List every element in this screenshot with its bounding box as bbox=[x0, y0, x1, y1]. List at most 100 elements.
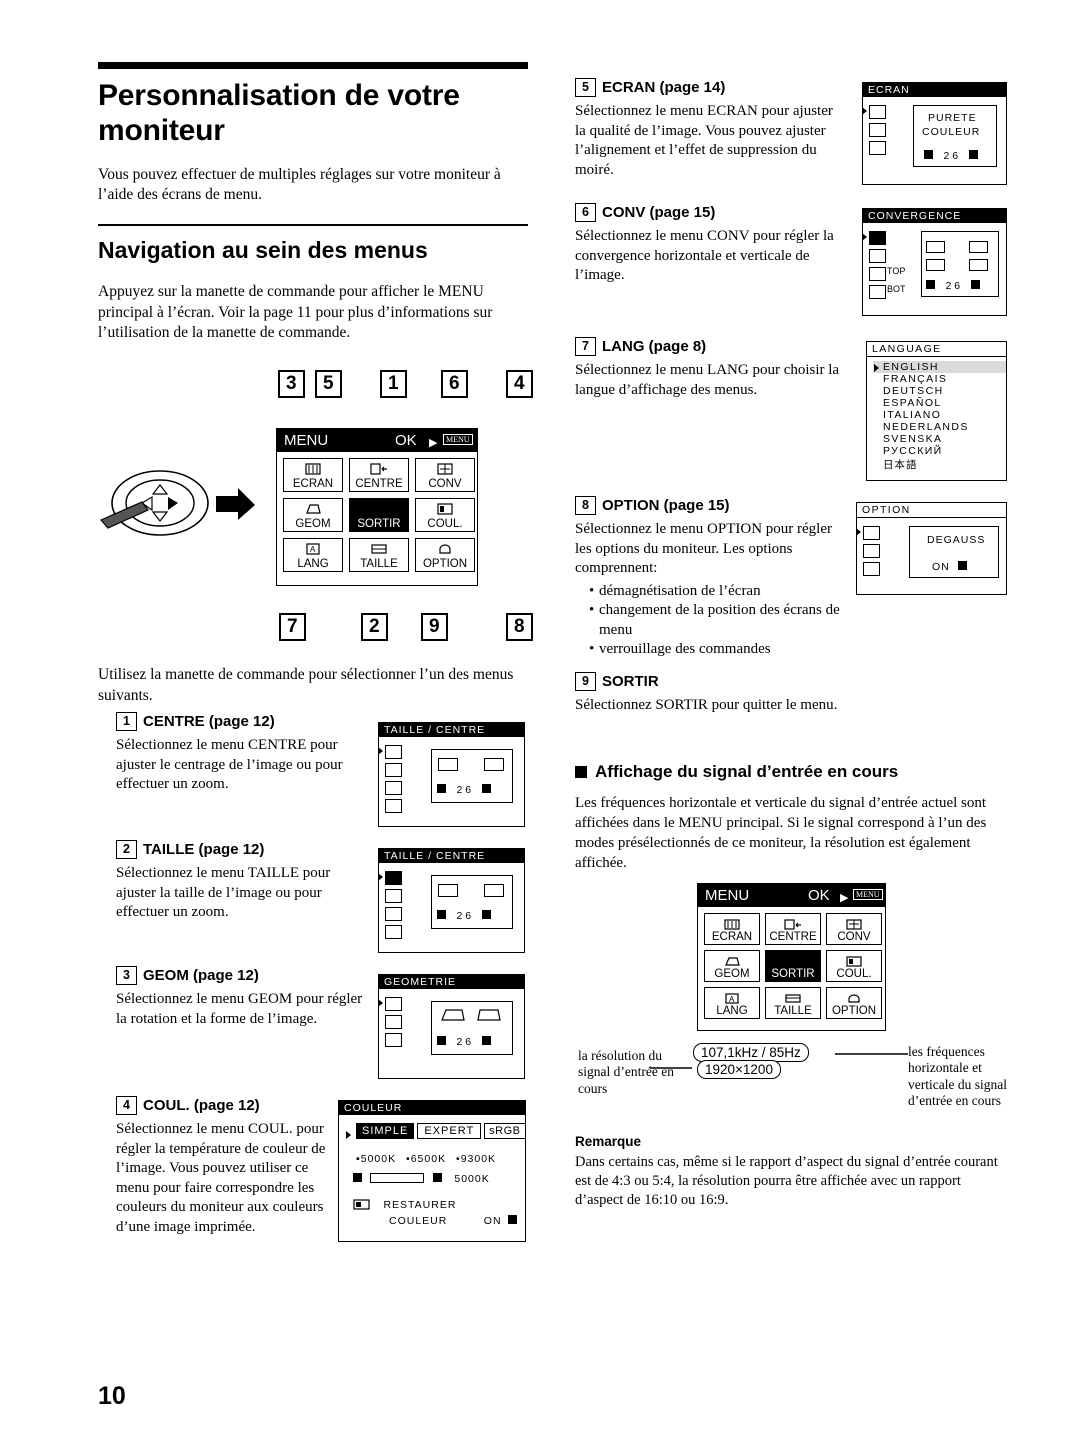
menu-cell-label: CENTRE bbox=[355, 478, 403, 490]
language-item-italiano[interactable]: ITALIANO bbox=[873, 409, 1006, 421]
osd-title: LANGUAGE bbox=[867, 342, 1006, 357]
remark-block: Remarque Dans certains cas, même si le r… bbox=[575, 1134, 1005, 1210]
degauss-state-row: ON bbox=[932, 557, 968, 575]
increment-icon[interactable] bbox=[481, 784, 491, 794]
restore-label-2: COULEUR bbox=[389, 1215, 448, 1227]
language-item-deutsch[interactable]: DEUTSCH bbox=[873, 385, 1006, 397]
conv-h-icon bbox=[869, 231, 886, 245]
osd-value: 2 6 bbox=[456, 1036, 472, 1048]
icon-left-1 bbox=[926, 240, 945, 253]
increment-icon[interactable] bbox=[481, 910, 491, 920]
increment-icon[interactable] bbox=[481, 1036, 491, 1046]
menu-cell-option[interactable]: OPTION bbox=[415, 538, 475, 572]
tab-srgb[interactable]: sRGB bbox=[484, 1123, 526, 1139]
osd-header-menu-label: MENU bbox=[705, 887, 750, 904]
step-heading: 1 CENTRE (page 12) bbox=[116, 712, 366, 731]
step-text: Sélectionnez le menu OPTION pour régler … bbox=[575, 521, 832, 576]
callout-right-text: les fréquences horizontale et verticale … bbox=[908, 1044, 1007, 1109]
language-item-espanol[interactable]: ESPAÑOL bbox=[873, 397, 1006, 409]
language-item-francais[interactable]: FRANÇAIS bbox=[873, 373, 1006, 385]
increment-icon[interactable] bbox=[968, 150, 978, 160]
callout-number-6: 6 bbox=[441, 370, 468, 398]
remark-title: Remarque bbox=[575, 1134, 642, 1149]
decrement-icon[interactable] bbox=[924, 150, 933, 160]
restore-toggle-icon[interactable] bbox=[508, 1215, 517, 1225]
menu-cell-ecran[interactable]: ECRAN bbox=[704, 913, 760, 945]
color-presets-row: ▪5000K •6500K •9300K bbox=[356, 1153, 496, 1165]
osd-title: GEOMETRIE bbox=[379, 975, 524, 989]
osd-geometrie: GEOMETRIE 2 6 bbox=[378, 974, 525, 1079]
preset-6500k[interactable]: 6500K bbox=[411, 1153, 446, 1165]
adjust-icons bbox=[440, 1007, 502, 1028]
degauss-toggle-icon[interactable] bbox=[958, 561, 968, 571]
osd-row-2: GEOM SORTIR COUL. bbox=[283, 498, 477, 532]
option-bullet-1: démagnétisation de l’écran bbox=[589, 582, 840, 602]
intro-paragraph: Vous pouvez effectuer de multiples régla… bbox=[98, 165, 501, 204]
step-heading: 9 SORTIR bbox=[575, 672, 865, 691]
menu-cell-conv[interactable]: CONV bbox=[826, 913, 882, 945]
menu-cell-geom[interactable]: GEOM bbox=[283, 498, 343, 532]
preset-9300k[interactable]: 9300K bbox=[461, 1153, 496, 1165]
menu-cell-centre[interactable]: CENTRE bbox=[349, 458, 409, 492]
osd-row-1: ECRAN CENTRE CONV bbox=[283, 458, 477, 492]
menu-cell-taille[interactable]: TAILLE bbox=[765, 987, 821, 1019]
value-row: 2 6 bbox=[924, 146, 978, 164]
icon-left-2 bbox=[926, 258, 945, 271]
restore-state[interactable]: ON bbox=[484, 1215, 502, 1227]
language-item-english[interactable]: ENGLISH bbox=[873, 361, 1006, 373]
menu-cell-label: ECRAN bbox=[711, 931, 753, 943]
center-v-icon bbox=[385, 799, 402, 813]
selection-caret-icon bbox=[378, 873, 383, 881]
menu-cell-geom[interactable]: GEOM bbox=[704, 950, 760, 982]
increment-icon[interactable] bbox=[432, 1173, 442, 1183]
language-item-japanese[interactable]: 日本語 bbox=[873, 457, 1006, 472]
value-row: 2 6 bbox=[437, 780, 491, 798]
osd-header-menu-badge: MENU bbox=[853, 889, 883, 900]
degauss-state[interactable]: ON bbox=[932, 561, 950, 573]
color-slider[interactable] bbox=[370, 1172, 425, 1183]
selection-caret-icon bbox=[346, 1131, 351, 1139]
step-option: 8 OPTION (page 15) Sélectionnez le menu … bbox=[575, 496, 840, 660]
osd-icon-column bbox=[862, 105, 886, 159]
decrement-icon[interactable] bbox=[353, 1173, 362, 1183]
step-heading: 4 COUL. (page 12) bbox=[116, 1096, 326, 1115]
decrement-icon[interactable] bbox=[926, 280, 935, 290]
step-sortir: 9 SORTIR Sélectionnez SORTIR pour quitte… bbox=[575, 672, 865, 716]
ecran-line-2: COULEUR bbox=[922, 126, 981, 138]
language-item-nederlands[interactable]: NEDERLANDS bbox=[873, 421, 1006, 433]
tab-expert[interactable]: EXPERT bbox=[417, 1123, 482, 1139]
menu-cell-sortir[interactable]: SORTIR bbox=[349, 498, 409, 532]
osd-header-menu-label: MENU bbox=[284, 432, 329, 449]
decrement-icon[interactable] bbox=[437, 910, 446, 920]
osd-body: ENGLISH FRANÇAIS DEUTSCH ESPAÑOL ITALIAN… bbox=[867, 357, 1006, 472]
menu-cell-label: TAILLE bbox=[360, 558, 398, 570]
step-text: Sélectionnez le menu CONV pour régler la… bbox=[575, 228, 834, 283]
osd-value: 2 6 bbox=[456, 910, 472, 922]
menu-cell-taille[interactable]: TAILLE bbox=[349, 538, 409, 572]
menu-cell-lang[interactable]: A LANG bbox=[704, 987, 760, 1019]
menu-cell-conv[interactable]: CONV bbox=[415, 458, 475, 492]
menu-cell-sortir[interactable]: SORTIR bbox=[765, 950, 821, 982]
decrement-icon[interactable] bbox=[437, 1036, 446, 1046]
step-heading: 3 GEOM (page 12) bbox=[116, 966, 366, 985]
menu-cell-coul[interactable]: COUL. bbox=[415, 498, 475, 532]
osd-body: TOP BOT 2 6 bbox=[862, 223, 1006, 306]
menu-cell-centre[interactable]: CENTRE bbox=[765, 913, 821, 945]
svg-text:A: A bbox=[310, 545, 316, 554]
menu-cell-option[interactable]: OPTION bbox=[826, 987, 882, 1019]
step-taille: 2 TAILLE (page 12) Sélectionnez le menu … bbox=[116, 840, 366, 923]
preset-5000k[interactable]: 5000K bbox=[361, 1153, 396, 1165]
osd-adjust-area: DEGAUSS ON bbox=[909, 526, 999, 578]
callout-number-9: 9 bbox=[421, 613, 448, 641]
callout-number-5: 5 bbox=[315, 370, 342, 398]
menu-cell-ecran[interactable]: ECRAN bbox=[283, 458, 343, 492]
conv-bot-icon bbox=[869, 285, 886, 299]
decrement-icon[interactable] bbox=[437, 784, 446, 794]
language-item-russian[interactable]: РУССКИЙ bbox=[873, 445, 1006, 457]
tab-simple[interactable]: SIMPLE bbox=[356, 1123, 415, 1139]
step-number: 1 bbox=[116, 712, 137, 731]
language-item-svenska[interactable]: SVENSKA bbox=[873, 433, 1006, 445]
menu-cell-coul[interactable]: COUL. bbox=[826, 950, 882, 982]
increment-icon[interactable] bbox=[970, 280, 980, 290]
menu-cell-lang[interactable]: A LANG bbox=[283, 538, 343, 572]
